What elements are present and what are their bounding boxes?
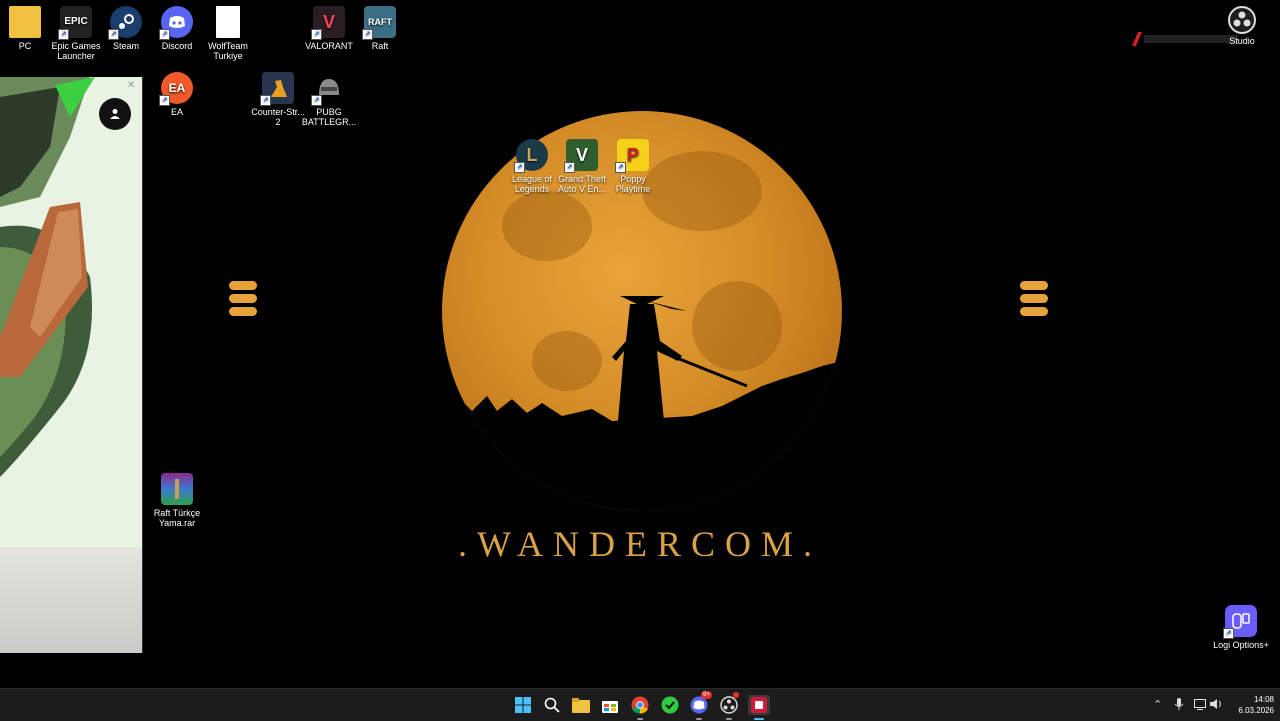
windows-start-icon [515, 697, 531, 713]
desktop-icon-ea[interactable]: EA ↗ EA [147, 72, 207, 117]
logi-options-icon: ↗ [1223, 605, 1257, 639]
taskbar-store[interactable] [600, 695, 620, 715]
user-icon [110, 109, 120, 119]
notification-badge: 9+ [701, 691, 712, 699]
taskbar-active-app[interactable] [748, 695, 770, 720]
volume-icon[interactable] [1210, 698, 1223, 713]
system-clock[interactable]: 14:08 6.03.2026 [1224, 694, 1274, 716]
valorant-icon: V ↗ [311, 6, 345, 40]
show-hidden-icons-chevron-up-icon[interactable]: ⌃ [1153, 698, 1162, 711]
search-icon [544, 697, 560, 713]
winrar-archive-icon [161, 473, 193, 505]
taskbar-discord[interactable]: 9+ [689, 691, 712, 720]
poppy-playtime-icon: P ↗ [615, 139, 649, 173]
folder-icon [9, 6, 41, 38]
desktop-icon-raft[interactable]: RAFT ↗ Raft [350, 6, 410, 51]
taskbar-obs[interactable] [719, 692, 739, 720]
desktop-icon-obs-studio[interactable]: Studio [1222, 6, 1262, 46]
desktop-icon-raft-turkce-yama[interactable]: Raft Türkçe Yama.rar [147, 473, 207, 528]
taskbar-search-button[interactable] [542, 695, 562, 715]
close-icon[interactable]: ✕ [127, 80, 135, 91]
clock-time: 14:08 [1253, 695, 1274, 704]
chat-app-icon [661, 696, 679, 714]
network-icon[interactable] [1194, 698, 1206, 713]
recording-dot [733, 692, 739, 698]
panel-game-artwork [0, 77, 142, 547]
taskbar-chrome[interactable] [630, 695, 650, 720]
desktop-icon-pubg[interactable]: ↗ PUBG BATTLEGR... [299, 72, 359, 127]
counter-strike-icon: ↗ [260, 72, 294, 106]
gta-v-icon: V ↗ [564, 139, 598, 173]
user-profile-button[interactable] [99, 98, 131, 130]
discord-icon: ↗ [159, 6, 193, 40]
steam-icon: ↗ [108, 6, 142, 40]
decor-right [1020, 281, 1048, 320]
file-icon [216, 6, 240, 38]
start-button[interactable] [513, 695, 533, 715]
desktop-icon-logi-options[interactable]: ↗ Logi Options+ [1211, 605, 1271, 650]
clock-date: 6.03.2026 [1238, 706, 1274, 715]
taskbar-file-explorer[interactable] [571, 695, 591, 715]
obs-studio-icon [720, 696, 738, 714]
store-icon [602, 701, 618, 713]
floating-app-panel[interactable]: ✕ [0, 77, 143, 653]
chrome-icon [631, 696, 649, 714]
microphone-icon[interactable] [1174, 698, 1184, 713]
pubg-helmet-icon: ↗ [311, 72, 345, 106]
taskbar: 9+ ⌃ 14:08 6.03.2026 [0, 688, 1280, 721]
taskbar-whatsapp-like-app[interactable] [660, 695, 680, 715]
decor-left [229, 281, 257, 320]
app-icon [751, 697, 767, 713]
epic-games-icon: EPIC ↗ [58, 6, 92, 40]
ea-icon: EA ↗ [159, 72, 193, 106]
obs-studio-icon [1228, 6, 1256, 34]
league-of-legends-icon: L ↗ [514, 139, 548, 173]
folder-icon [572, 697, 590, 713]
raft-icon: RAFT ↗ [362, 6, 396, 40]
desktop-icon-poppy-playtime[interactable]: P ↗ Poppy Playtime [603, 139, 663, 194]
wallpaper-tagline: .WANDERCOM. [457, 524, 822, 564]
desktop-icon-wolfteam[interactable]: WolfTeam Turkiye [198, 6, 258, 61]
